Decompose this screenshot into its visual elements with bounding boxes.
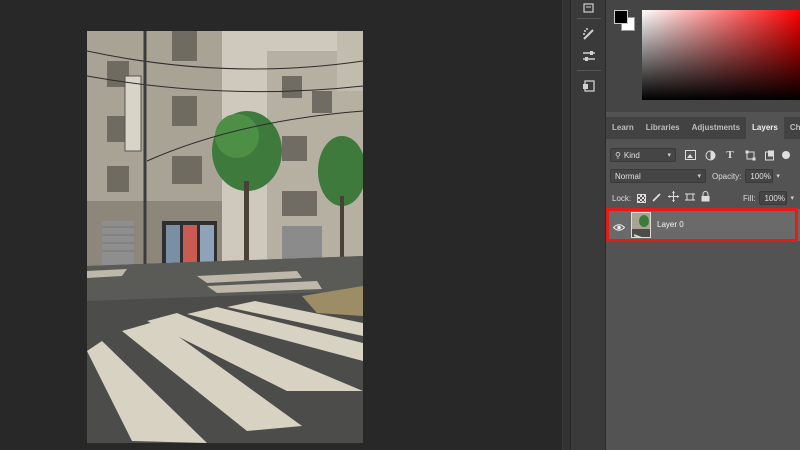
lock-artboard-icon[interactable]: [685, 189, 696, 207]
blend-row: Normal ▾ Opacity: 100% ▾: [606, 168, 800, 184]
blend-mode-select[interactable]: Normal ▾: [610, 169, 706, 183]
filter-kind-label: Kind: [623, 150, 640, 160]
tab-channels[interactable]: Cha: [784, 117, 800, 139]
lock-image-icon[interactable]: [652, 189, 662, 207]
filter-toggle-icon[interactable]: [782, 151, 790, 159]
fill-value: 100%: [764, 193, 785, 203]
tab-layers[interactable]: Layers: [746, 117, 784, 139]
tab-adjustments[interactable]: Adjustments: [686, 117, 746, 139]
tab-libraries[interactable]: Libraries: [640, 117, 686, 139]
panel-tabs: Learn Libraries Adjustments Layers Cha: [606, 117, 800, 139]
opacity-value: 100%: [750, 171, 771, 181]
document-image: [87, 31, 363, 443]
lock-transparent-icon[interactable]: [637, 193, 647, 203]
tool-separator: [577, 70, 601, 71]
lock-position-icon[interactable]: [668, 189, 680, 207]
history-icon[interactable]: [577, 0, 601, 20]
lock-row: Lock: Fill: 100% ▾: [606, 190, 800, 206]
chevron-down-icon: ▾: [667, 152, 671, 159]
document-canvas[interactable]: [0, 0, 562, 450]
search-icon: ⚲: [615, 150, 621, 160]
fill-field[interactable]: 100%: [759, 191, 788, 205]
lock-all-icon[interactable]: [701, 189, 710, 207]
brush-settings-icon[interactable]: [577, 22, 601, 46]
tool-separator: [577, 18, 601, 19]
opacity-field[interactable]: 100%: [745, 169, 774, 183]
layer-filter-row: ⚲ Kind ▾ T: [606, 146, 800, 164]
fill-label: Fill:: [743, 193, 756, 203]
right-panel: Learn Libraries Adjustments Layers Cha ⚲…: [606, 0, 800, 450]
chevron-down-icon[interactable]: ▾: [776, 172, 780, 180]
panel-icon-strip: [570, 0, 606, 450]
filter-kind-select[interactable]: ⚲ Kind ▾: [610, 148, 676, 162]
adjust-sliders-icon[interactable]: [577, 44, 601, 68]
color-panel: [606, 0, 800, 112]
smart-object-filter-icon[interactable]: [764, 149, 776, 161]
tab-learn[interactable]: Learn: [606, 117, 640, 139]
opacity-label: Opacity:: [712, 171, 742, 181]
type-layer-filter-icon[interactable]: T: [724, 149, 736, 161]
lock-label: Lock:: [612, 193, 632, 203]
chevron-down-icon: ▾: [697, 173, 701, 180]
color-picker-field[interactable]: [642, 10, 800, 100]
glyph-icon[interactable]: [577, 74, 601, 98]
adjustment-layer-filter-icon[interactable]: [704, 149, 716, 161]
panel-divider: [562, 0, 570, 450]
blend-mode-label: Normal: [615, 171, 641, 181]
chevron-down-icon[interactable]: ▾: [790, 194, 794, 202]
pixel-layer-filter-icon[interactable]: [684, 149, 696, 161]
selection-highlight-box: [606, 208, 798, 242]
shape-layer-filter-icon[interactable]: [744, 149, 756, 161]
foreground-color-swatch[interactable]: [614, 10, 628, 24]
